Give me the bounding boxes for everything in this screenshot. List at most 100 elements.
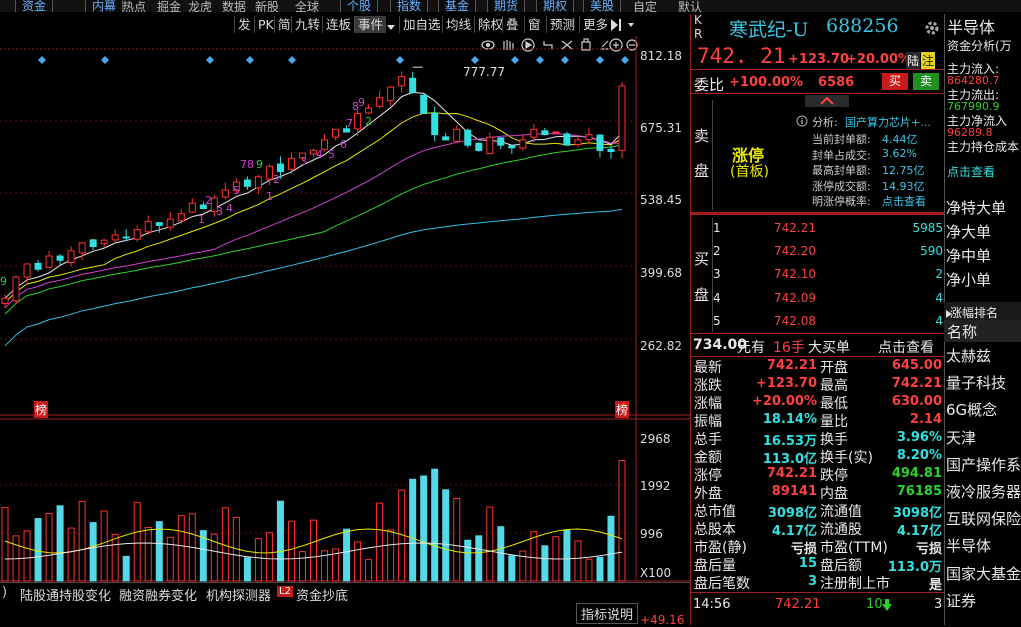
analysis-value[interactable]: 国产算力芯片+... [845,114,931,130]
nav-item-15[interactable]: 默认 [678,0,702,12]
candle-body [100,239,108,245]
nav-item-7[interactable]: 全球 [295,0,319,12]
tab-margin[interactable]: 融资融券变化 [119,585,197,604]
bid-price[interactable]: 742.20 [774,244,816,258]
sector-link[interactable]: 点击查看 [947,163,995,180]
concept-item[interactable]: 半导体 [946,535,991,556]
event-dropdown-icon[interactable] [387,20,395,30]
bid-price[interactable]: 742.08 [774,314,816,328]
concept-item[interactable]: 量子科技 [946,372,1006,393]
concept-item[interactable]: 证券 [946,590,976,611]
nav-item-9[interactable]: 指数 [390,0,429,12]
bid-price[interactable]: 742.10 [774,267,816,281]
tag-lu: 陆 [906,52,921,69]
concept-item[interactable]: 太赫兹 [946,345,991,366]
nav-item-0[interactable]: 资金 [15,0,54,12]
nav-item-5[interactable]: 数据 [222,0,246,12]
candle-body [541,130,549,136]
volume-bar [354,541,362,582]
volume-bar [56,505,64,582]
nav-item-8[interactable]: 个股 [340,0,379,12]
turn-count-label: 1 [198,213,205,226]
concept-item[interactable]: 天津 [946,427,976,448]
nav-item-12[interactable]: 期权 [536,0,575,12]
quote-value: 15 [798,556,817,571]
tab-hk-holding[interactable]: 陆股通持股变化 [20,585,111,604]
candle-body [12,276,20,302]
candle-body [508,145,516,149]
nav-item-3[interactable]: 掘金 [157,0,181,12]
gear-icon[interactable] [923,19,941,37]
prob-link[interactable]: 点击查看 [882,193,926,209]
concept-item[interactable]: 液冷服务器 [946,481,1021,502]
quote-value: 630.00 [891,394,942,409]
bang-left-badge[interactable]: 榜 [34,401,49,418]
info-icon[interactable] [796,115,808,127]
nav-item-2[interactable]: 热点 [122,0,146,12]
nav-item-1[interactable]: 内幕 [85,0,124,12]
bid-volume: 5985 [912,221,943,235]
kline-chart[interactable] [0,36,690,616]
candle-body [585,134,593,141]
candle-body [464,129,472,146]
bid-price[interactable]: 742.21 [774,221,816,235]
flow-item[interactable]: 净中单 [946,245,991,266]
buy-button[interactable]: 买 [882,73,908,90]
tab-institution[interactable]: 机构探测器 [206,585,271,604]
flow-item[interactable]: 净小单 [946,269,991,290]
bang-right-badge[interactable]: 榜 [615,401,630,418]
toolbar-collapse-icon[interactable] [607,16,637,34]
nav-item-14[interactable]: 自定 [633,0,657,12]
sell-label-2: 盘 [694,162,710,180]
sell-button[interactable]: 卖 [913,73,939,90]
collapse-up-icon[interactable] [805,95,849,107]
nav-item-10[interactable]: 基金 [438,0,477,12]
quote-label: 流通股 [820,522,862,538]
toolbar-item-11[interactable]: 预测 [546,16,578,33]
concept-item[interactable]: 互联网保险 [946,508,1021,529]
volume-bar [254,538,262,582]
candle-body [442,136,450,141]
volume-bar [1,507,9,582]
big-order-link[interactable]: 点击查看 [878,337,934,357]
quote-value: 494.81 [891,466,942,481]
event-marker [396,56,404,64]
limit-row-label: 当前封单额: [812,133,871,146]
quote-value: 645.00 [891,358,942,373]
quote-value: 3098亿 [767,506,817,521]
toolbar-item-5[interactable]: 事件 [354,16,387,33]
flow-item[interactable]: 净特大单 [946,197,1006,218]
bid-volume: 2 [935,267,943,282]
volume-bar [431,468,439,582]
turn-count-label: 2 [365,115,372,128]
toolbar-item-10[interactable]: 窗 [524,16,544,33]
toolbar-item-4[interactable]: 连板 [322,16,354,33]
toolbar-item-6[interactable]: 加自选 [399,16,444,33]
tab-bottom-fishing[interactable]: 资金抄底 [296,585,348,604]
toolbar-item-7[interactable]: 均线 [442,16,474,33]
nav-item-11[interactable]: 期货 [487,0,526,12]
candle-body [376,97,384,107]
event-marker [38,56,46,64]
concept-item[interactable]: 国家大基金 [946,563,1021,584]
nav-item-13[interactable]: 美股 [583,0,622,12]
quote-label: 流通值 [820,504,862,520]
nav-item-4[interactable]: 龙虎 [188,0,212,12]
toolbar-item-0[interactable]: 发 [234,16,254,33]
turn-count-label: 3 [300,155,307,168]
candle-body [133,229,141,240]
bid-level: 2 [713,244,721,259]
volume-bar [607,515,615,582]
nav-item-6[interactable]: 新股 [255,0,279,12]
kr-bottom: R [694,27,703,41]
bid-price[interactable]: 742.09 [774,291,816,305]
toolbar-item-9[interactable]: 叠 [502,16,522,33]
indicator-help-button[interactable]: 指标说明 [576,603,639,624]
limit-row-value: 3.62% [882,146,917,160]
turn-count-label: 2 [205,194,212,207]
concept-item[interactable]: 国产操作系 [946,454,1021,475]
quote-label: 振幅 [694,414,722,430]
concept-item[interactable]: 6G概念 [946,399,997,420]
toolbar-item-3[interactable]: 九转 [291,16,323,33]
flow-item[interactable]: 净大单 [946,221,991,242]
